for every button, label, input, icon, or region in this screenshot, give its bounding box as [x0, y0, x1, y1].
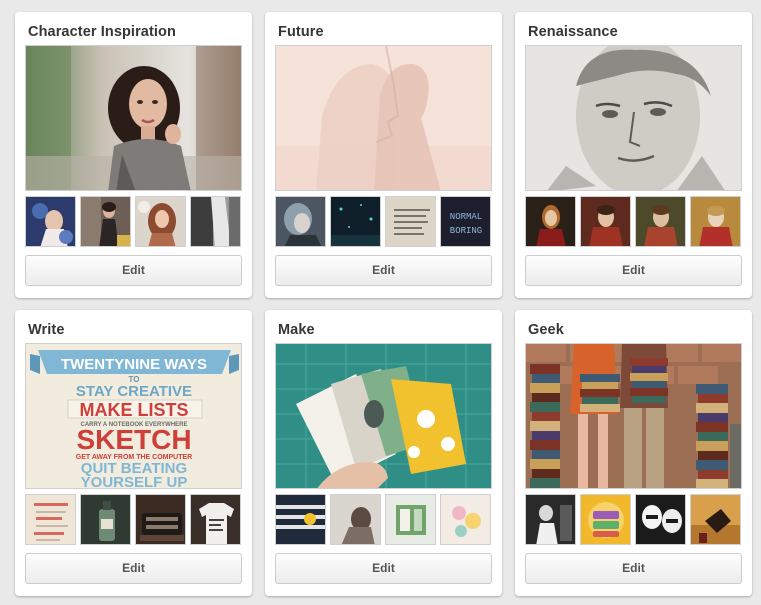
board-cover-image[interactable] — [525, 343, 742, 489]
board-card-character-inspiration[interactable]: Character Inspiration Edit — [15, 12, 252, 298]
board-card-write[interactable]: Write TWENTYNINE WAYS TO STAY CREATIVE M… — [15, 310, 252, 596]
thumbnail-image[interactable] — [135, 196, 186, 247]
thumbnail-image[interactable] — [580, 494, 631, 545]
edit-board-button[interactable]: Edit — [25, 255, 242, 286]
thumbnail-image[interactable] — [80, 494, 131, 545]
thumbnail-image[interactable]: NORMAL BORING — [440, 196, 491, 247]
thumbnail-image[interactable] — [385, 196, 436, 247]
thumbnail-image[interactable] — [190, 196, 241, 247]
board-title[interactable]: Write — [28, 322, 65, 338]
board-card-renaissance[interactable]: Renaissance Edit — [515, 12, 752, 298]
poster-line: STAY CREATIVE — [76, 383, 192, 400]
thumbnail-caption: BORING — [450, 226, 482, 236]
thumbnail-image[interactable] — [330, 494, 381, 545]
board-thumbnails — [25, 494, 242, 545]
board-cover-image[interactable] — [275, 45, 492, 191]
poster-line: SKETCH — [76, 424, 191, 455]
edit-board-button[interactable]: Edit — [525, 553, 742, 584]
thumbnail-image[interactable] — [275, 196, 326, 247]
thumbnail-caption: NORMAL — [450, 212, 482, 222]
board-title[interactable]: Make — [278, 322, 315, 338]
board-cover-image[interactable] — [275, 343, 492, 489]
thumbnail-image[interactable] — [190, 494, 241, 545]
thumbnail-image[interactable] — [580, 196, 631, 247]
poster-line: MAKE LISTS — [79, 400, 188, 420]
board-cover-image[interactable] — [525, 45, 742, 191]
edit-board-button[interactable]: Edit — [275, 255, 492, 286]
board-card-future[interactable]: Future NORMAL BORING Edit — [265, 12, 502, 298]
thumbnail-image[interactable] — [25, 196, 76, 247]
board-thumbnails — [525, 494, 742, 545]
thumbnail-image[interactable] — [330, 196, 381, 247]
thumbnail-image[interactable] — [525, 494, 576, 545]
thumbnail-image[interactable] — [385, 494, 436, 545]
board-thumbnails — [525, 196, 742, 247]
thumbnail-image[interactable] — [135, 494, 186, 545]
poster-line: TWENTYNINE WAYS — [61, 356, 207, 373]
board-card-make[interactable]: Make Edit — [265, 310, 502, 596]
thumbnail-image[interactable] — [25, 494, 76, 545]
thumbnail-image[interactable] — [525, 196, 576, 247]
thumbnail-image[interactable] — [690, 494, 741, 545]
board-thumbnails: NORMAL BORING — [275, 196, 492, 247]
edit-board-button[interactable]: Edit — [275, 553, 492, 584]
edit-board-button[interactable]: Edit — [25, 553, 242, 584]
poster-line: YOURSELF UP — [81, 474, 188, 489]
board-thumbnails — [25, 196, 242, 247]
board-card-geek[interactable]: Geek Edit — [515, 310, 752, 596]
thumbnail-image[interactable] — [440, 494, 491, 545]
thumbnail-image[interactable] — [635, 196, 686, 247]
thumbnail-image[interactable] — [690, 196, 741, 247]
edit-board-button[interactable]: Edit — [525, 255, 742, 286]
board-title[interactable]: Character Inspiration — [28, 24, 176, 40]
board-thumbnails — [275, 494, 492, 545]
thumbnail-image[interactable] — [275, 494, 326, 545]
board-title[interactable]: Renaissance — [528, 24, 618, 40]
board-title[interactable]: Future — [278, 24, 324, 40]
board-title[interactable]: Geek — [528, 322, 564, 338]
board-cover-image[interactable]: TWENTYNINE WAYS TO STAY CREATIVE MAKE LI… — [25, 343, 242, 489]
board-cover-image[interactable] — [25, 45, 242, 191]
thumbnail-image[interactable] — [80, 196, 131, 247]
thumbnail-image[interactable] — [635, 494, 686, 545]
